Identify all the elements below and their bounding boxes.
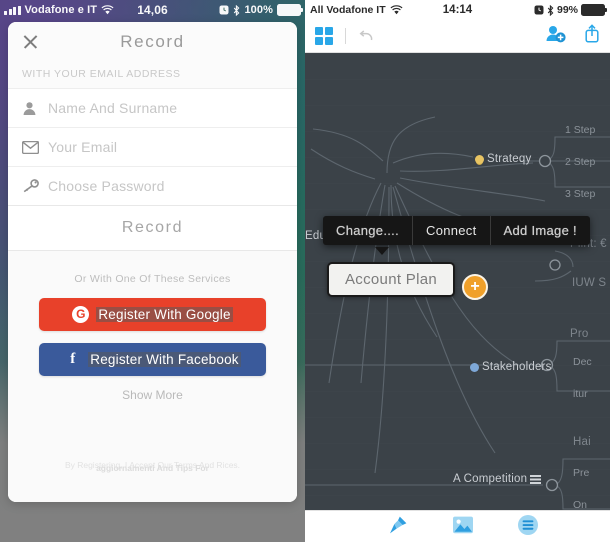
selected-node-account-plan[interactable]: Account Plan: [327, 262, 455, 297]
bluetooth-icon: [234, 4, 240, 16]
password-field-row[interactable]: Choose Password: [8, 166, 297, 205]
card-header: Record: [8, 22, 297, 62]
branch-itur-label: itur: [573, 388, 588, 400]
bluetooth-icon: [547, 4, 554, 16]
node-a-competition-label: A Competition: [453, 473, 528, 485]
grid-view-icon[interactable]: [315, 27, 333, 45]
branch-3-step-label: 3 Step: [565, 188, 596, 200]
right-toolbar: [305, 20, 610, 53]
node-a-competition[interactable]: A Competition: [453, 473, 542, 485]
branch-3-step[interactable]: 3 Step: [565, 188, 595, 200]
undo-icon[interactable]: [358, 28, 375, 45]
left-status-right: 100%: [219, 4, 303, 16]
mindmap-canvas[interactable]: Edule Strateqy Stakeholders A Competitio…: [305, 53, 610, 510]
show-more-link[interactable]: Show More: [8, 388, 297, 402]
right-status-bar: All Vodafone IT 14:14 99%: [305, 0, 610, 20]
left-battery-label: 100%: [244, 4, 273, 16]
name-input[interactable]: Name And Surname: [48, 100, 177, 116]
context-menu-item-connect[interactable]: Connect: [413, 216, 491, 245]
alarm-icon: [534, 5, 544, 15]
show-more-label: Show More: [122, 388, 183, 402]
node-strategy-label: Strateqy: [487, 153, 532, 165]
left-status-bar: Vodafone e IT 14,06 100%: [0, 0, 305, 20]
branch-2-step[interactable]: 2 Step: [565, 156, 595, 168]
battery-icon: [277, 4, 303, 16]
google-button-label: Register With Google: [96, 307, 233, 322]
facebook-icon: f: [70, 351, 76, 367]
terms-text: By Registering, I Accept Our Terms And R…: [8, 460, 297, 474]
context-menu-caret: [375, 247, 389, 255]
or-divider-label: Or With One Of These Services: [74, 273, 231, 285]
node-strategy[interactable]: Strateqy: [475, 153, 531, 165]
context-menu-item-add-image[interactable]: Add Image !: [491, 216, 590, 245]
node-iuw-s-label: IUW S: [572, 277, 607, 289]
image-icon[interactable]: [452, 515, 474, 540]
email-field-row[interactable]: Your Email: [8, 127, 297, 166]
google-icon: G: [72, 306, 90, 323]
right-status-right: 99%: [534, 4, 607, 16]
branch-on-label: On: [573, 499, 588, 510]
hamburger-icon: [530, 474, 542, 484]
add-child-node-button[interactable]: +: [462, 274, 488, 300]
branch-1-step-label: 1 Step: [565, 124, 596, 136]
branch-2-step-label: 2 Step: [565, 156, 596, 168]
name-field-row[interactable]: Name And Surname: [8, 88, 297, 127]
close-icon[interactable]: [22, 33, 39, 50]
password-input[interactable]: Choose Password: [48, 178, 165, 194]
context-menu-item-change[interactable]: Change....: [323, 216, 413, 245]
person-icon: [470, 362, 479, 372]
branch-dec-label: Dec: [573, 356, 592, 368]
left-signup-app: Vodafone e IT 14,06 100% Record WITH YOU…: [0, 0, 305, 542]
node-pro-label: Pro: [570, 328, 589, 340]
key-icon: [22, 179, 48, 193]
right-battery-label: 99%: [556, 4, 578, 16]
branch-dec[interactable]: Dec: [573, 356, 592, 368]
battery-icon: [581, 4, 607, 16]
node-stakeholders[interactable]: Stakeholders: [470, 361, 552, 373]
node-stakeholders-label: Stakeholders: [482, 361, 552, 373]
bulb-icon: [475, 154, 484, 164]
branch-pre-label: Pre: [573, 467, 590, 479]
node-hai[interactable]: Hai: [573, 436, 591, 448]
branch-on[interactable]: On: [573, 499, 587, 510]
right-bottom-toolbar: [305, 510, 610, 542]
node-context-menu: Change.... Connect Add Image !: [323, 216, 590, 245]
person-icon: [22, 101, 48, 116]
branch-1-step[interactable]: 1 Step: [565, 124, 595, 136]
plus-icon: +: [470, 278, 480, 295]
screenshot-root: Vodafone e IT 14,06 100% Record WITH YOU…: [0, 0, 610, 542]
list-icon[interactable]: [517, 514, 539, 541]
page-title: Record: [120, 32, 185, 51]
record-submit-label: Record: [121, 219, 184, 236]
node-hai-label: Hai: [573, 436, 591, 448]
email-input[interactable]: Your Email: [48, 139, 117, 155]
right-mindmap-app: All Vodafone IT 14:14 99% Edule Strateqy…: [305, 0, 610, 542]
node-iuw-s[interactable]: IUW S: [572, 277, 606, 289]
facebook-button-label: Register With Facebook: [88, 352, 241, 367]
section-label: WITH YOUR EMAIL ADDRESS: [8, 62, 297, 88]
register-with-facebook-button[interactable]: f Register With Facebook: [39, 343, 266, 376]
envelope-icon: [22, 140, 48, 154]
branch-pre[interactable]: Pre: [573, 467, 589, 479]
signup-card: Record WITH YOUR EMAIL ADDRESS Name And …: [8, 22, 297, 502]
toolbar-divider: [345, 28, 346, 44]
record-submit-button[interactable]: Record: [8, 205, 297, 251]
selected-node-label: Account Plan: [345, 271, 437, 288]
pin-icon[interactable]: [387, 514, 409, 541]
add-person-icon[interactable]: [545, 25, 566, 48]
branch-itur[interactable]: itur: [573, 388, 588, 400]
node-pro[interactable]: Pro: [570, 328, 589, 340]
register-with-google-button[interactable]: G Register With Google: [39, 298, 266, 331]
alarm-icon: [219, 5, 229, 15]
share-icon[interactable]: [584, 24, 600, 48]
